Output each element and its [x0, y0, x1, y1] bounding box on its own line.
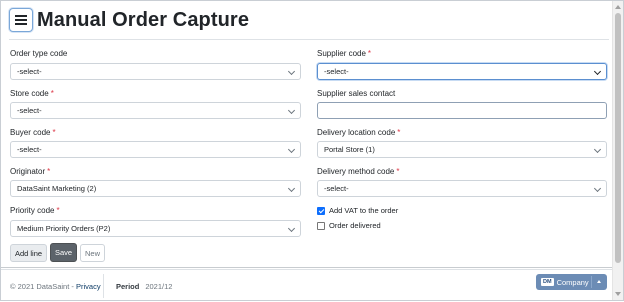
vertical-scrollbar[interactable]	[612, 1, 623, 300]
footer-separator	[103, 274, 104, 298]
store-code-select[interactable]: -select-	[10, 102, 301, 119]
company-label: Company	[556, 277, 589, 287]
chevron-down-icon	[287, 184, 296, 193]
store-code-label: Store code *	[10, 89, 54, 98]
new-button[interactable]: New	[80, 244, 105, 262]
delivery-method-select[interactable]: -select-	[317, 180, 607, 197]
chevron-down-icon	[287, 145, 296, 154]
order-type-select[interactable]: -select-	[10, 63, 301, 80]
chevron-down-icon	[287, 106, 296, 115]
footer-divider	[1, 267, 613, 268]
supplier-sales-contact-input[interactable]	[317, 102, 607, 119]
order-type-label: Order type code	[10, 49, 68, 58]
chevron-down-icon	[593, 67, 602, 76]
order-delivered-label: Order delivered	[329, 221, 381, 230]
header-divider	[9, 39, 609, 40]
supplier-code-select[interactable]: -select-	[317, 63, 607, 80]
add-vat-label: Add VAT to the order	[329, 206, 399, 215]
order-delivered-row[interactable]: Order delivered	[317, 221, 381, 230]
chevron-down-icon	[593, 184, 602, 193]
delivery-method-label: Delivery method code *	[317, 167, 400, 176]
chevron-down-icon	[287, 224, 296, 233]
scroll-thumb[interactable]	[615, 13, 621, 263]
delivery-location-label: Delivery location code *	[317, 128, 401, 137]
chevron-down-icon	[287, 67, 296, 76]
period-display: Period 2021/12	[116, 282, 172, 291]
supplier-code-label: Supplier code *	[317, 49, 372, 58]
footer-divider-inner	[1, 269, 613, 270]
page-title: Manual Order Capture	[37, 8, 250, 31]
caret-up-icon[interactable]	[597, 280, 601, 283]
manual-order-page: Manual Order Capture Order type code -se…	[1, 1, 613, 302]
privacy-link[interactable]: Privacy	[76, 282, 101, 291]
add-line-button[interactable]: Add line	[10, 244, 47, 262]
add-vat-checkbox[interactable]	[317, 206, 325, 215]
supplier-sales-contact-label: Supplier sales contact	[317, 89, 396, 98]
buyer-code-select[interactable]: -select-	[10, 141, 301, 158]
company-badge: DM	[541, 278, 554, 286]
scroll-up-icon[interactable]	[615, 5, 621, 9]
scroll-down-icon[interactable]	[615, 292, 621, 296]
order-delivered-checkbox[interactable]	[317, 221, 325, 230]
add-vat-row[interactable]: Add VAT to the order	[317, 206, 398, 215]
priority-code-select[interactable]: Medium Priority Orders (P2)	[10, 220, 301, 237]
delivery-location-select[interactable]: Portal Store (1)	[317, 141, 607, 158]
originator-label: Originator *	[10, 167, 51, 176]
chevron-down-icon	[593, 145, 602, 154]
period-value: 2021/12	[145, 282, 173, 291]
company-button[interactable]: DM Company	[536, 274, 607, 290]
save-button[interactable]: Save	[50, 243, 77, 262]
period-label: Period	[116, 282, 140, 291]
page-header: Manual Order Capture	[9, 8, 249, 32]
buyer-code-label: Buyer code *	[10, 128, 56, 137]
company-button-divider	[591, 276, 592, 288]
originator-select[interactable]: DataSaint Marketing (2)	[10, 180, 301, 197]
priority-code-label: Priority code *	[10, 206, 60, 215]
menu-toggle-icon[interactable]	[9, 8, 33, 32]
footer-copyright: © 2021 DataSaint - Privacy	[10, 282, 101, 291]
